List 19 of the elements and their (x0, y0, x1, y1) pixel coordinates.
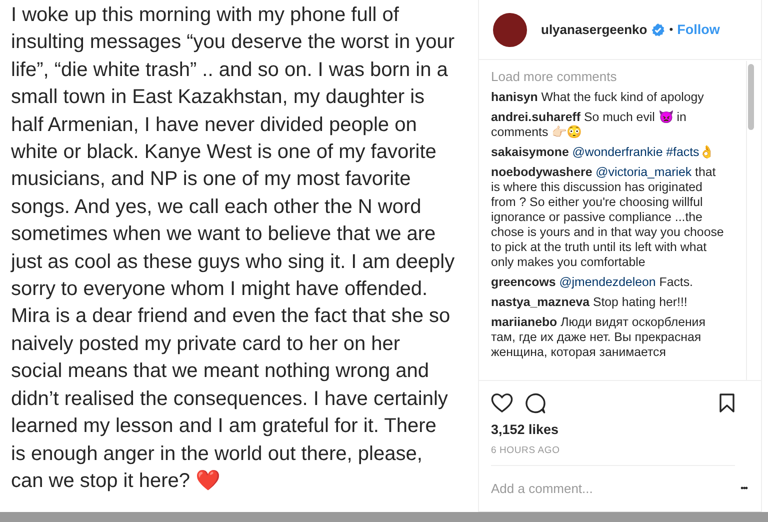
more-options-button[interactable]: ••• (740, 483, 747, 493)
avatar-photo-placeholder (493, 12, 527, 46)
post-time: 6 HOURS AGO (491, 445, 735, 466)
heart-icon[interactable] (491, 393, 513, 413)
comment-text: noebodywashere @victoria_mariek that is where this discussion has originated from ? So either you're choosing willful ignorance or passive compliance ...the chose is yours and in that way you choose to pick at the truth until its left with what only makes you comfortable (491, 165, 725, 270)
comment-text: hanisyn What the fuck kind of apology (491, 90, 705, 105)
bookmark-icon[interactable] (719, 393, 735, 413)
username-link[interactable]: ulyanasergeenko (541, 22, 648, 37)
comment-icon[interactable] (525, 392, 546, 414)
post-caption: I woke up this morning with my phone full of insulting messages “you deserve the worst in your life”, “die white trash” .. and so on. I was born in a small town in East Kazakhstan, my daughter is half Armenian, I have never divided people on white or black. Kanye West is one of my favorite musicians, and NP is one of my most favorite songs. And yes, we call each other the N word sometimes when we want to believe that we are just as cool as these guys who sing it. I am deeply sorry to everyone whom I might have offended. Mira is a dear friend and even the fact that she so naively posted my private card to her on her social means that we meant nothing wrong and didn’t realised the consequences. I have certainly learned my lesson and I am grateful for it. There is enough anger in the world out there, please, can we stop it here? ❤ (11, 3, 456, 494)
comment-text: nastya_mazneva Stop hating her!!! (491, 295, 688, 310)
comment-text: greencows @jmendezdeleon Facts. (491, 275, 694, 290)
verified-badge-icon (651, 22, 666, 36)
comment-text: mariianebo Люди видят оскорбления там, где их даже нет. Вы прекрасная женщина, которая занимается (491, 315, 706, 360)
likes-count[interactable]: 3,152 likes (491, 422, 749, 437)
comment-text: sakaisymone @wonderfrankie #facts👌 (491, 145, 716, 160)
comment-text: andrei.suhareff So much evil 👿 in comments 👉🏻😳 (491, 110, 688, 140)
separator-dot: • (669, 24, 674, 36)
scrollbar-thumb[interactable] (748, 64, 754, 130)
